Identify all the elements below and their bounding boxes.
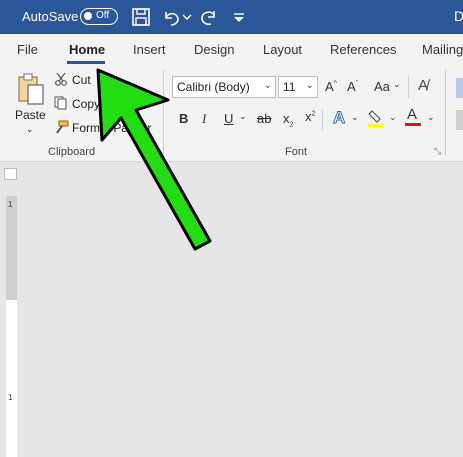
- autosave-label: AutoSave: [22, 9, 79, 24]
- shrink-font-icon[interactable]: Aˇ: [347, 79, 358, 94]
- underline-dropdown-icon[interactable]: ⌄: [239, 111, 247, 122]
- toggle-state-label: Off: [96, 10, 110, 21]
- text-effects-dropdown-icon[interactable]: ⌄: [351, 112, 359, 123]
- toggle-knob: [84, 12, 92, 20]
- text-effects-icon[interactable]: A: [332, 108, 345, 128]
- active-tab-indicator: [67, 61, 105, 64]
- toolbar-separator: [408, 76, 409, 98]
- strikethrough-button[interactable]: ab: [257, 111, 271, 126]
- customize-toolbar-icon[interactable]: [228, 6, 250, 28]
- format-painter-icon[interactable]: [54, 120, 69, 134]
- redo-icon[interactable]: [198, 6, 220, 28]
- font-size-combo[interactable]: 11 ⌄: [278, 76, 318, 98]
- tab-home[interactable]: Home: [69, 42, 105, 57]
- tab-mailings[interactable]: Mailing: [422, 42, 463, 57]
- font-group-label: Font: [285, 146, 308, 158]
- font-dialog-launcher-icon[interactable]: ⤡: [434, 146, 441, 157]
- ribbon-tabs: File Home Insert Design Layout Reference…: [0, 34, 463, 66]
- font-size-dropdown-icon[interactable]: ⌄: [306, 80, 314, 91]
- clipboard-dialog-launcher-icon[interactable]: ⤡: [150, 146, 157, 157]
- highlighter-dropdown-icon[interactable]: ⌄: [389, 112, 397, 123]
- font-color-dropdown-icon[interactable]: ⌄: [427, 112, 435, 123]
- paste-icon: [18, 73, 44, 105]
- document-canvas[interactable]: [20, 163, 463, 457]
- paste-label: Paste: [15, 108, 46, 122]
- paste-dropdown-icon[interactable]: ⌄: [26, 124, 34, 135]
- font-name-value: Calibri (Body): [177, 80, 250, 94]
- toolbar-separator: [322, 110, 323, 130]
- bold-button[interactable]: B: [179, 111, 188, 126]
- title-bar: AutoSave Off D: [0, 0, 463, 34]
- paragraph-icon[interactable]: [456, 78, 463, 98]
- undo-icon[interactable]: [160, 6, 182, 28]
- tab-file[interactable]: File: [17, 42, 38, 57]
- tab-design[interactable]: Design: [194, 42, 234, 57]
- font-name-dropdown-icon[interactable]: ⌄: [264, 80, 272, 91]
- font-size-value: 11: [283, 80, 296, 94]
- ruler-tick-label: 1: [8, 200, 13, 209]
- copy-button[interactable]: Copy: [72, 97, 100, 111]
- font-name-combo[interactable]: Calibri (Body) ⌄: [172, 76, 276, 98]
- copy-icon[interactable]: [54, 96, 68, 110]
- tab-references[interactable]: References: [330, 42, 396, 57]
- autosave-toggle[interactable]: Off: [80, 8, 118, 25]
- tab-insert[interactable]: Insert: [133, 42, 166, 57]
- change-case-dropdown-icon[interactable]: ⌄: [393, 79, 401, 90]
- group-separator: [445, 70, 446, 156]
- clear-formatting-icon[interactable]: A̸: [418, 77, 428, 94]
- save-icon[interactable]: [130, 6, 152, 28]
- ribbon-home: Paste ⌄ Cut Copy Format Painter Clipboar…: [0, 66, 463, 162]
- font-color-icon[interactable]: A: [404, 106, 422, 128]
- change-case-button[interactable]: Aa: [374, 79, 390, 94]
- undo-dropdown-icon[interactable]: [181, 6, 193, 28]
- ruler-tick-label: 1: [8, 393, 13, 402]
- paste-button[interactable]: Paste ⌄: [10, 68, 50, 138]
- ruler-margin: [6, 196, 17, 300]
- tab-layout[interactable]: Layout: [263, 42, 302, 57]
- group-separator: [163, 70, 164, 156]
- format-painter-button[interactable]: Format Painter: [72, 121, 151, 135]
- subscript-button[interactable]: x2: [283, 111, 293, 129]
- cut-icon[interactable]: [54, 72, 68, 86]
- highlighter-icon[interactable]: [366, 108, 386, 128]
- clipboard-group-label: Clipboard: [48, 146, 96, 158]
- document-title: D: [454, 8, 463, 24]
- grow-font-icon[interactable]: A^: [325, 79, 337, 94]
- superscript-button[interactable]: x2: [305, 109, 315, 124]
- underline-button[interactable]: U: [224, 111, 233, 126]
- paragraph-align-icon[interactable]: [456, 110, 463, 130]
- cut-button[interactable]: Cut: [72, 73, 91, 87]
- italic-button[interactable]: I: [202, 111, 206, 127]
- tab-selector[interactable]: [4, 168, 17, 180]
